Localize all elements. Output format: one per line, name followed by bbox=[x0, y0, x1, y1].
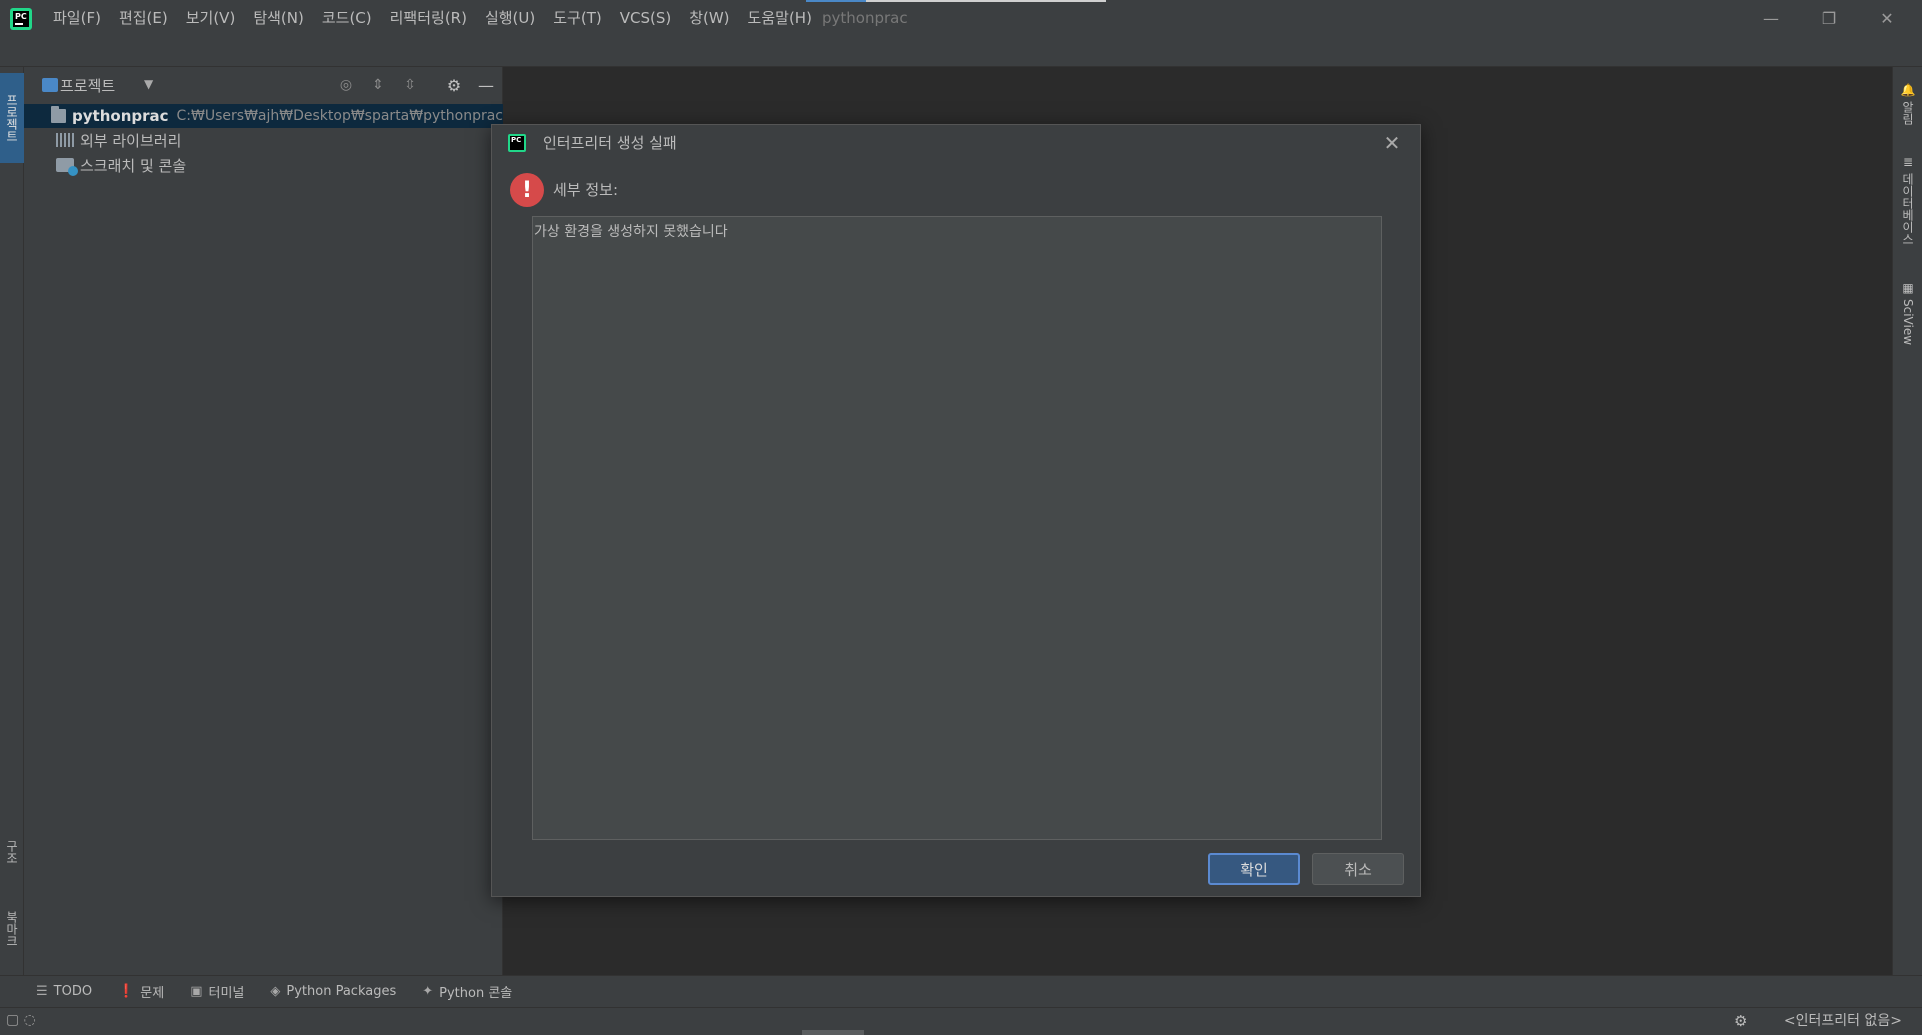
project-panel-title[interactable]: 프로젝트 bbox=[60, 75, 115, 96]
bottom-tool-bar: ☰ TODO ❗ 문제 ▣ 터미널 ◈ Python Packages ✦ Py… bbox=[0, 975, 1922, 1007]
dialog-logo-text: PC bbox=[511, 136, 522, 144]
tab-problems[interactable]: ❗ 문제 bbox=[118, 982, 164, 1001]
menu-tools[interactable]: 도구(T) bbox=[544, 0, 610, 37]
status-bar bbox=[0, 1007, 1922, 1035]
stripe-tab-project[interactable]: 프로젝트 bbox=[0, 73, 24, 163]
status-progress-indicator bbox=[802, 1030, 864, 1035]
dialog-title: 인터프리터 생성 실패 bbox=[543, 134, 677, 152]
bell-icon: 🔔 bbox=[1900, 83, 1916, 97]
stripe-tab-sciview[interactable]: ▦ SciView bbox=[1893, 277, 1922, 377]
restore-button[interactable]: ❐ bbox=[1800, 0, 1858, 37]
terminal-icon: ▣ bbox=[190, 984, 203, 999]
tree-item-scratches-label: 스크래치 및 콘솔 bbox=[80, 156, 187, 175]
python-icon: ✦ bbox=[422, 984, 434, 999]
menu-help[interactable]: 도움말(H) bbox=[739, 0, 821, 37]
navigation-bar bbox=[0, 37, 1922, 67]
cancel-button[interactable]: 취소 bbox=[1312, 853, 1404, 885]
menu-window[interactable]: 창(W) bbox=[680, 0, 738, 37]
folder-icon bbox=[50, 106, 67, 123]
tab-python-packages[interactable]: ◈ Python Packages bbox=[270, 984, 396, 999]
menu-file[interactable]: 파일(F) bbox=[44, 0, 110, 37]
stripe-tab-bookmarks[interactable]: 북마크 bbox=[0, 899, 24, 959]
status-interpreter[interactable]: <인터프리터 없음> bbox=[1784, 1007, 1902, 1035]
details-text: 가상 환경을 생성하지 못했습니다 bbox=[534, 224, 728, 240]
tab-todo[interactable]: ☰ TODO bbox=[36, 984, 92, 999]
left-tool-stripe: 프로젝트 구조 북마크 bbox=[0, 67, 24, 975]
right-tool-stripe: 🔔 알림 ≣ 데이터베이스 ▦ SciView bbox=[1892, 67, 1922, 975]
stripe-tab-notifications[interactable]: 🔔 알림 bbox=[1893, 79, 1922, 139]
tree-item-external-libraries-label: 외부 라이브러리 bbox=[80, 131, 182, 150]
close-icon: ✕ bbox=[1880, 9, 1894, 28]
gear-icon[interactable]: ⚙ bbox=[444, 75, 464, 95]
tree-item-scratches[interactable]: 스크래치 및 콘솔 bbox=[24, 153, 503, 177]
stripe-tab-structure[interactable]: 구조 bbox=[0, 827, 24, 877]
problems-icon: ❗ bbox=[118, 984, 135, 999]
tab-python-packages-label: Python Packages bbox=[286, 984, 397, 999]
interpreter-settings-icon[interactable]: ⚙ bbox=[1734, 1012, 1752, 1030]
menu-code[interactable]: 코드(C) bbox=[313, 0, 381, 37]
window-title: pythonprac bbox=[822, 9, 908, 27]
logo-text: PC bbox=[15, 12, 27, 21]
tab-terminal-label: 터미널 bbox=[208, 986, 245, 1001]
grid-icon: ▦ bbox=[1902, 281, 1914, 295]
database-icon: ≣ bbox=[1902, 155, 1914, 169]
stripe-tab-sciview-label: SciView bbox=[1901, 299, 1915, 346]
menu-vcs[interactable]: VCS(S) bbox=[611, 0, 680, 37]
tree-item-root-name: pythonprac bbox=[72, 107, 169, 125]
project-tool-window: 프로젝트 ▼ ◎ ⇕ ⇳ ⚙ — pythonprac C:₩Users₩ajh… bbox=[24, 67, 503, 975]
details-label: 세부 정보: bbox=[553, 181, 619, 199]
list-icon: ☰ bbox=[36, 984, 48, 999]
ok-button[interactable]: 확인 bbox=[1208, 853, 1300, 885]
layout-icon[interactable]: ▢ ◌ bbox=[6, 1012, 36, 1028]
minimize-button[interactable]: — bbox=[1742, 0, 1800, 37]
restore-icon: ❐ bbox=[1821, 9, 1837, 28]
tab-terminal[interactable]: ▣ 터미널 bbox=[190, 982, 244, 1001]
library-icon bbox=[56, 133, 74, 147]
stripe-tab-notifications-label: 알림 bbox=[1900, 101, 1915, 125]
tab-python-console[interactable]: ✦ Python 콘솔 bbox=[422, 982, 512, 1001]
stripe-tab-database-label: 데이터베이스 bbox=[1900, 173, 1915, 245]
details-text-area[interactable]: 가상 환경을 생성하지 못했습니다 bbox=[532, 216, 1382, 840]
dialog-close-button[interactable]: ✕ bbox=[1380, 131, 1404, 155]
project-panel-header: 프로젝트 ▼ ◎ ⇕ ⇳ ⚙ — bbox=[24, 67, 503, 103]
menu-refactor[interactable]: 리팩터링(R) bbox=[381, 0, 476, 37]
tab-python-console-label: Python 콘솔 bbox=[439, 986, 513, 1001]
packages-icon: ◈ bbox=[270, 984, 281, 999]
menu-navigate[interactable]: 탐색(N) bbox=[244, 0, 313, 37]
expand-all-icon[interactable]: ⇕ bbox=[368, 75, 388, 95]
menu-run[interactable]: 실행(U) bbox=[476, 0, 544, 37]
stripe-tab-bookmarks-label: 북마크 bbox=[4, 911, 19, 947]
collapse-all-icon[interactable]: ⇳ bbox=[400, 75, 420, 95]
menu-view[interactable]: 보기(V) bbox=[177, 0, 245, 37]
pycharm-logo-icon: PC bbox=[508, 134, 526, 152]
tab-problems-label: 문제 bbox=[140, 986, 165, 1001]
chevron-down-icon[interactable]: ▼ bbox=[144, 77, 153, 91]
interpreter-error-dialog: PC 인터프리터 생성 실패 ✕ ! 세부 정보: 가상 환경을 생성하지 못했… bbox=[491, 124, 1421, 897]
close-icon: ✕ bbox=[1383, 131, 1401, 155]
stripe-tab-database[interactable]: ≣ 데이터베이스 bbox=[1893, 151, 1922, 271]
tree-item-external-libraries[interactable]: 외부 라이브러리 bbox=[24, 128, 503, 152]
locate-icon[interactable]: ◎ bbox=[336, 75, 356, 95]
menu-edit[interactable]: 편집(E) bbox=[110, 0, 177, 37]
error-icon: ! bbox=[510, 173, 544, 207]
pycharm-logo-icon: PC bbox=[10, 8, 32, 30]
project-view-icon bbox=[42, 78, 58, 92]
hide-panel-icon[interactable]: — bbox=[476, 75, 496, 95]
stripe-tab-project-label: 프로젝트 bbox=[4, 94, 19, 142]
tree-item-project-root[interactable]: pythonprac C:₩Users₩ajh₩Desktop₩sparta₩p… bbox=[24, 104, 503, 128]
tab-todo-label: TODO bbox=[53, 984, 93, 999]
scratch-icon bbox=[56, 158, 78, 176]
menu-bar: 파일(F) 편집(E) 보기(V) 탐색(N) 코드(C) 리팩터링(R) 실행… bbox=[44, 0, 821, 37]
minimize-icon: — bbox=[1763, 9, 1779, 28]
tree-item-root-path: C:₩Users₩ajh₩Desktop₩sparta₩pythonprac bbox=[176, 108, 503, 124]
dialog-title-bar: PC 인터프리터 생성 실패 ✕ bbox=[492, 125, 1420, 161]
stripe-tab-structure-label: 구조 bbox=[4, 840, 19, 864]
close-window-button[interactable]: ✕ bbox=[1858, 0, 1916, 37]
